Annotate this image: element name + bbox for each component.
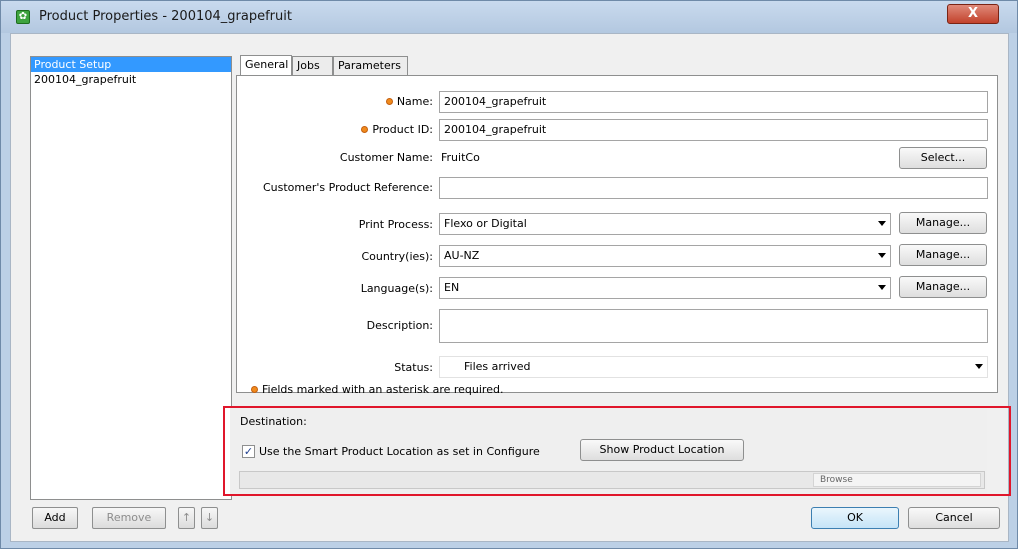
manage-countries-button[interactable]: Manage...: [899, 244, 987, 266]
list-item-product[interactable]: 200104_grapefruit: [31, 72, 231, 87]
print-process-dropdown[interactable]: Flexo or Digital: [439, 213, 891, 235]
countries-label: Country(ies):: [361, 250, 433, 263]
languages-dropdown[interactable]: EN: [439, 277, 891, 299]
customer-reference-field[interactable]: [439, 177, 988, 199]
move-down-button[interactable]: ↓: [201, 507, 218, 529]
required-icon: [361, 126, 369, 133]
required-icon: [251, 386, 258, 393]
languages-value: EN: [444, 281, 460, 294]
tab-parameters[interactable]: Parameters: [333, 56, 408, 75]
manage-languages-button[interactable]: Manage...: [899, 276, 987, 298]
chevron-down-icon: [878, 253, 886, 258]
chevron-down-icon: [975, 364, 983, 369]
print-process-value: Flexo or Digital: [444, 217, 527, 230]
countries-value: AU-NZ: [444, 249, 480, 262]
tab-jobs[interactable]: Jobs: [292, 56, 333, 75]
name-label-text: Name:: [396, 95, 433, 108]
description-label: Description:: [366, 319, 433, 332]
customer-name-label: Customer Name:: [339, 151, 433, 164]
ok-button[interactable]: OK: [811, 507, 899, 529]
customer-name-value: FruitCo: [441, 151, 480, 164]
title-bar[interactable]: ✿ Product Properties - 200104_grapefruit…: [1, 1, 1017, 33]
select-customer-button[interactable]: Select...: [899, 147, 987, 169]
status-value: Files arrived: [464, 360, 531, 373]
customer-reference-label: Customer's Product Reference:: [262, 181, 433, 194]
remove-button[interactable]: Remove: [92, 507, 166, 529]
status-label: Status:: [394, 361, 433, 374]
window-title: Product Properties - 200104_grapefruit: [39, 9, 292, 24]
languages-label: Language(s):: [360, 282, 433, 295]
close-button[interactable]: X: [947, 4, 999, 24]
product-id-label-text: Product ID:: [372, 123, 433, 136]
destination-label: Destination:: [240, 415, 307, 428]
required-note: Fields marked with an asterisk are requi…: [251, 383, 503, 396]
tab-general[interactable]: General: [240, 55, 292, 75]
move-up-button[interactable]: ↑: [178, 507, 195, 529]
show-product-location-button[interactable]: Show Product Location: [580, 439, 744, 461]
product-properties-window: ✿ Product Properties - 200104_grapefruit…: [0, 0, 1018, 549]
smart-location-checkbox[interactable]: ✓: [242, 445, 255, 458]
destination-path-bar: Browse: [239, 471, 985, 489]
manage-print-process-button[interactable]: Manage...: [899, 212, 987, 234]
add-button[interactable]: Add: [32, 507, 78, 529]
smart-location-checkbox-label: Use the Smart Product Location as set in…: [259, 445, 540, 458]
list-item-product-setup[interactable]: Product Setup: [31, 57, 231, 72]
product-id-field[interactable]: 200104_grapefruit: [439, 119, 988, 141]
chevron-down-icon: [878, 285, 886, 290]
name-field[interactable]: 200104_grapefruit: [439, 91, 988, 113]
destination-panel: Destination: ✓ Use the Smart Product Loc…: [230, 408, 987, 494]
cancel-button[interactable]: Cancel: [908, 507, 1000, 529]
status-dropdown[interactable]: Files arrived: [439, 356, 988, 378]
app-icon: ✿: [16, 10, 30, 24]
browse-button[interactable]: Browse: [813, 473, 981, 487]
chevron-down-icon: [878, 221, 886, 226]
required-icon: [385, 98, 393, 105]
product-tree-list: Product Setup 200104_grapefruit: [30, 56, 232, 500]
print-process-label: Print Process:: [358, 218, 433, 231]
product-id-label: Product ID:: [341, 123, 433, 136]
name-label: Name:: [361, 95, 433, 108]
countries-dropdown[interactable]: AU-NZ: [439, 245, 891, 267]
required-note-text: Fields marked with an asterisk are requi…: [262, 383, 504, 396]
description-field[interactable]: [439, 309, 988, 343]
